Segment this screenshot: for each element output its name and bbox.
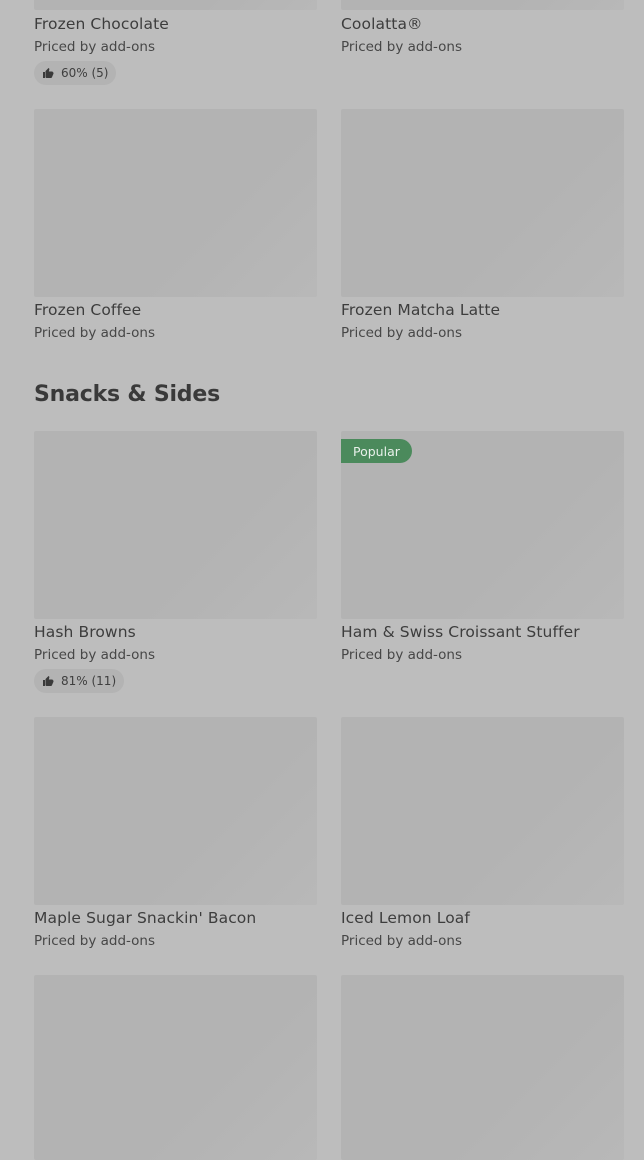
item-image[interactable] [341, 975, 624, 1160]
menu-item-card[interactable]: Coolatta® Priced by add-ons [341, 0, 624, 60]
menu-item-card[interactable]: Hash Browns Priced by add-ons 81% (11) [34, 431, 317, 693]
rating-text: 81% (11) [61, 674, 117, 688]
menu-item-card[interactable]: Frozen Coffee Priced by add-ons [34, 109, 317, 349]
item-name[interactable]: Frozen Chocolate [34, 15, 169, 33]
thumbs-up-icon [43, 68, 54, 78]
menu-item-card[interactable] [34, 975, 317, 1160]
item-image[interactable] [341, 0, 624, 10]
item-price: Priced by add-ons [34, 647, 156, 663]
item-image[interactable] [341, 717, 624, 905]
item-name[interactable]: Ham & Swiss Croissant Stuffer [341, 623, 580, 641]
rating-chip: 60% (5) [34, 61, 117, 85]
item-name[interactable]: Frozen Matcha Latte [341, 301, 500, 319]
item-price: Priced by add-ons [34, 933, 156, 949]
item-price: Priced by add-ons [341, 647, 463, 663]
item-price: Priced by add-ons [34, 39, 156, 55]
section-title: Snacks & Sides [34, 382, 220, 407]
menu-item-card[interactable] [341, 975, 624, 1160]
item-name[interactable]: Coolatta® [341, 15, 423, 33]
item-price: Priced by add-ons [341, 325, 463, 341]
menu-page: Frozen Chocolate Priced by add-ons 60% (… [0, 0, 644, 1160]
menu-item-card[interactable]: Iced Lemon Loaf Priced by add-ons [341, 717, 624, 957]
item-name[interactable]: Frozen Coffee [34, 301, 141, 319]
item-image[interactable] [34, 431, 317, 619]
item-image[interactable] [34, 109, 317, 297]
item-name[interactable]: Maple Sugar Snackin' Bacon [34, 909, 256, 927]
item-name[interactable]: Iced Lemon Loaf [341, 909, 470, 927]
item-image[interactable] [341, 109, 624, 297]
menu-item-card[interactable]: Frozen Chocolate Priced by add-ons 60% (… [34, 0, 317, 90]
item-image[interactable] [34, 0, 317, 10]
thumbs-up-icon [43, 676, 54, 686]
popular-badge: Popular [341, 439, 412, 463]
menu-item-card[interactable]: Frozen Matcha Latte Priced by add-ons [341, 109, 624, 349]
item-price: Priced by add-ons [341, 39, 463, 55]
item-name[interactable]: Hash Browns [34, 623, 136, 641]
rating-chip: 81% (11) [34, 669, 125, 693]
item-image[interactable] [34, 975, 317, 1160]
menu-item-card[interactable]: Maple Sugar Snackin' Bacon Priced by add… [34, 717, 317, 957]
menu-item-card[interactable]: Popular Ham & Swiss Croissant Stuffer Pr… [341, 431, 624, 671]
item-price: Priced by add-ons [34, 325, 156, 341]
item-price: Priced by add-ons [341, 933, 463, 949]
rating-text: 60% (5) [61, 66, 109, 80]
item-image[interactable] [34, 717, 317, 905]
